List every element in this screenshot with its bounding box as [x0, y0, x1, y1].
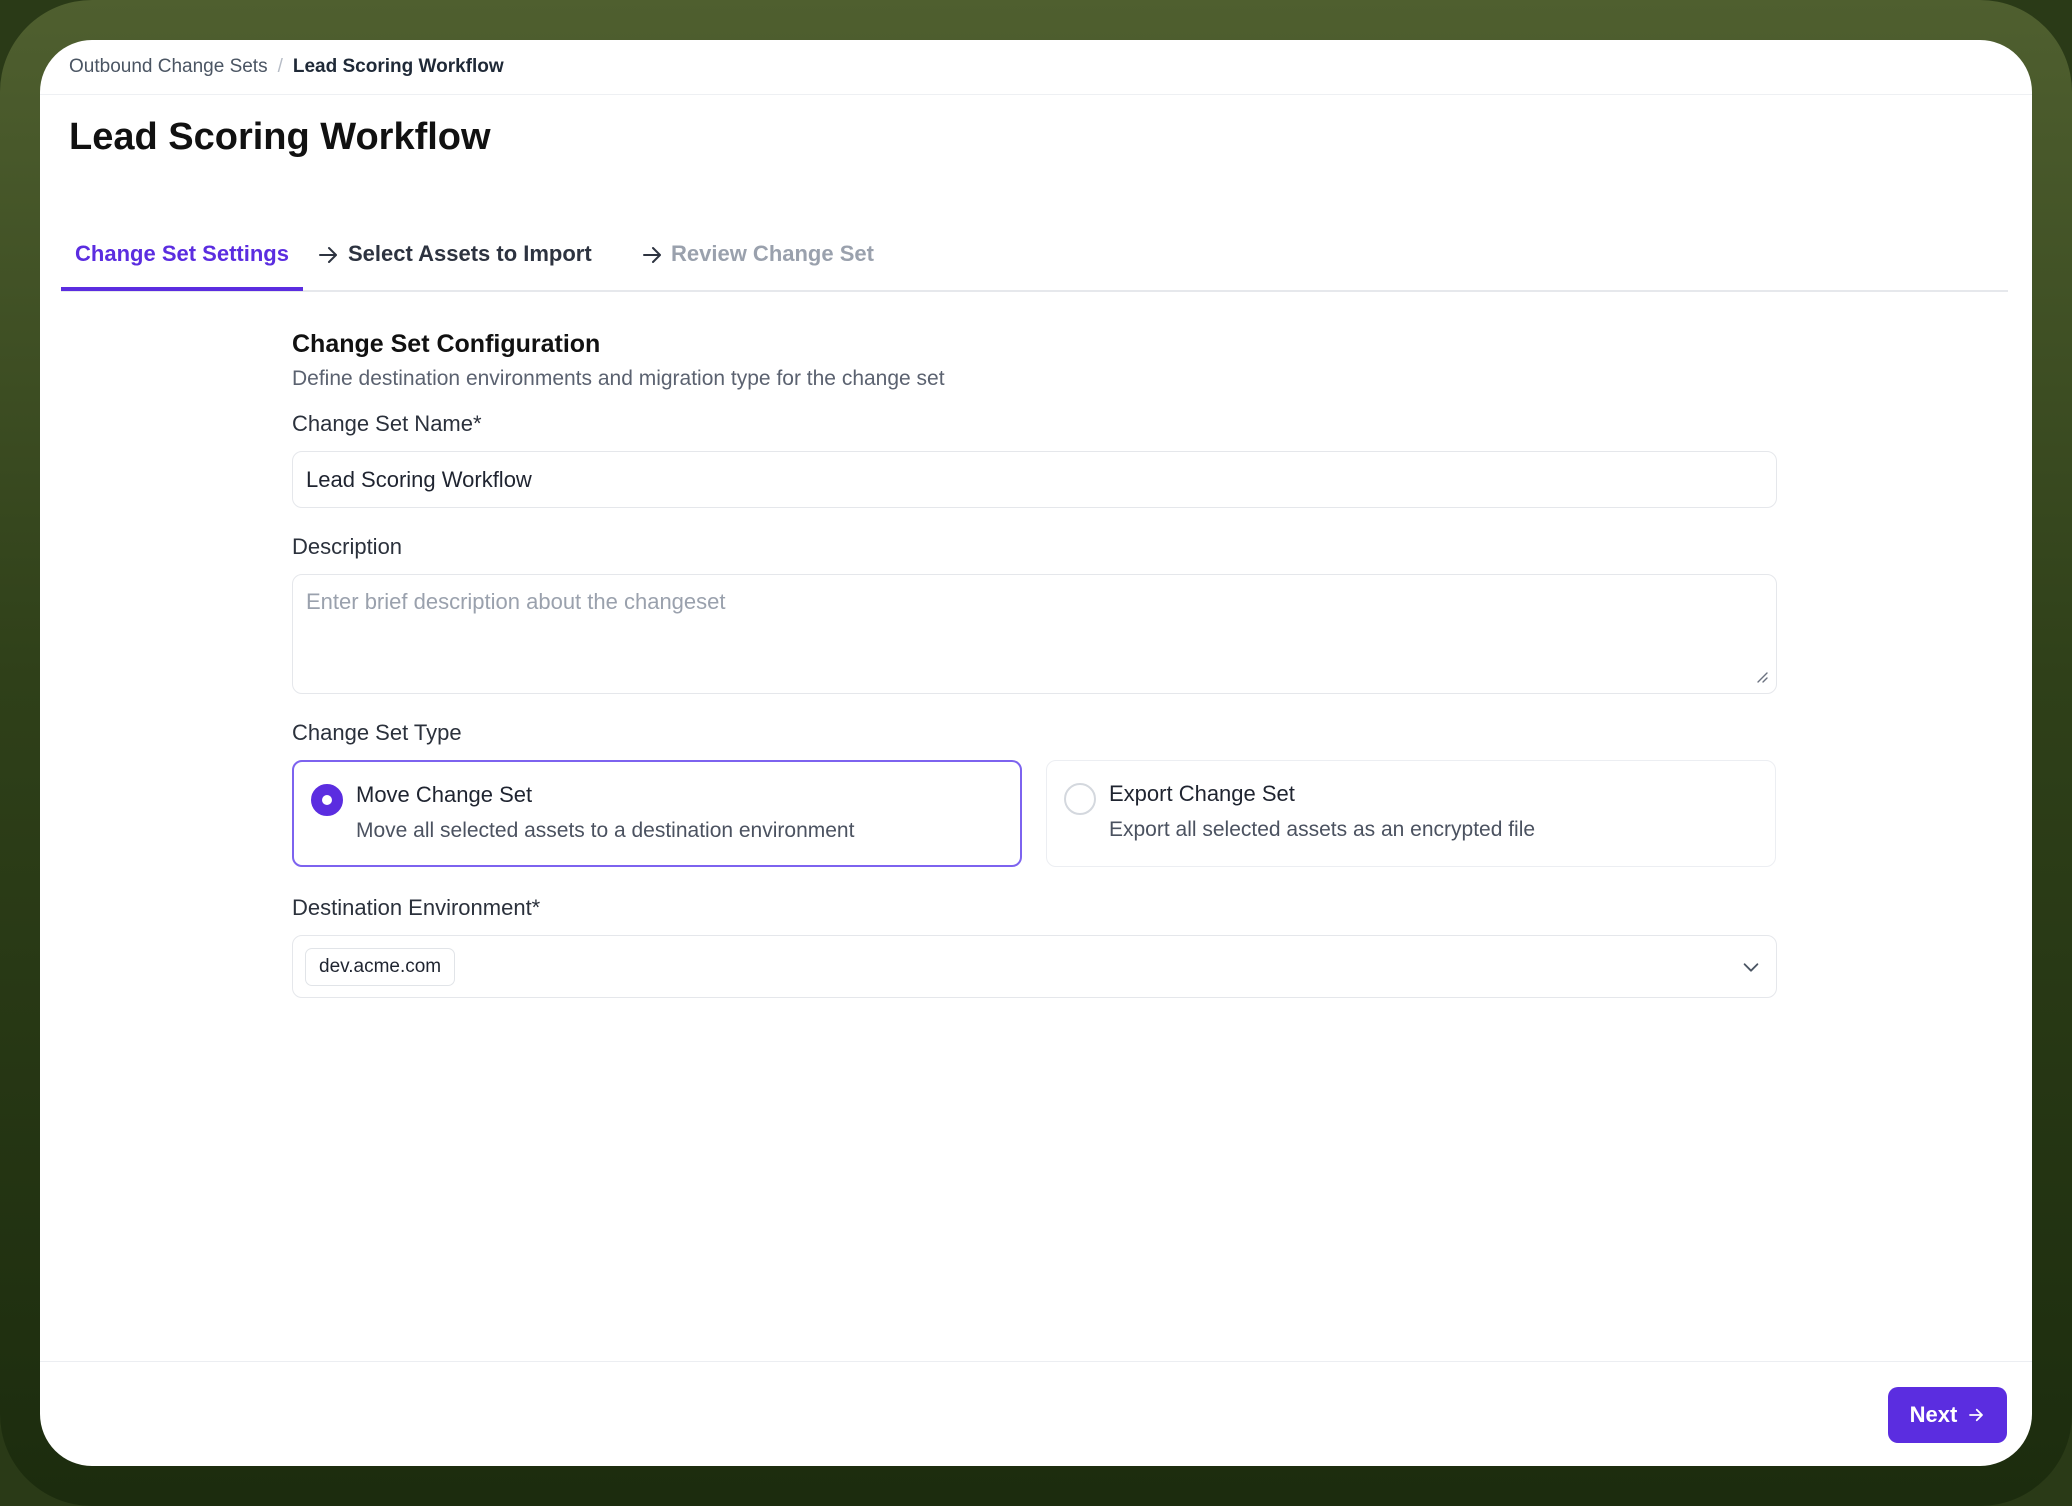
move-change-set-radio[interactable]: [311, 784, 343, 816]
option-description: Export all selected assets as an encrypt…: [1109, 818, 1536, 841]
option-description: Move all selected assets to a destinatio…: [356, 819, 855, 842]
arrow-right-icon: [643, 247, 661, 263]
section-title: Change Set Configuration: [292, 330, 601, 358]
option-title: Export Change Set: [1109, 781, 1295, 806]
name-label: Change Set Name*: [292, 411, 482, 436]
option-title: Move Change Set: [356, 782, 533, 807]
breadcrumb-separator: /: [277, 56, 283, 77]
next-button[interactable]: Next: [1888, 1387, 2007, 1443]
breadcrumb-current: Lead Scoring Workflow: [292, 56, 504, 77]
destination-field-group: Destination Environment* dev.acme.com: [292, 895, 1777, 998]
move-change-set-option[interactable]: Move Change Set Move all selected assets…: [292, 760, 1022, 867]
step-select-assets[interactable]: Select Assets to Import: [348, 223, 592, 292]
resize-handle-icon[interactable]: [1754, 669, 1768, 683]
device-frame: Outbound Change Sets / Lead Scoring Work…: [0, 0, 2072, 1506]
step-change-set-settings[interactable]: Change Set Settings: [61, 223, 303, 291]
app-window: Outbound Change Sets / Lead Scoring Work…: [40, 40, 2032, 1466]
description-label: Description: [292, 534, 403, 559]
name-field-group: Change Set Name* Lead Scoring Workflow: [292, 411, 1777, 508]
footer-bar: Next: [40, 1361, 2032, 1466]
export-change-set-option[interactable]: Export Change Set Export all selected as…: [1046, 760, 1776, 867]
type-label: Change Set Type: [292, 720, 462, 745]
chevron-down-icon[interactable]: [1740, 956, 1762, 978]
export-change-set-radio[interactable]: [1064, 783, 1096, 815]
type-field-group: Change Set Type Move Change Set Move all…: [292, 720, 1777, 867]
breadcrumb: Outbound Change Sets / Lead Scoring Work…: [40, 40, 2032, 95]
arrow-right-icon: [1969, 1408, 1984, 1422]
change-set-name-input[interactable]: Lead Scoring Workflow: [292, 451, 1777, 508]
section-header: Change Set Configuration Define destinat…: [292, 330, 1777, 391]
description-field-group: Description Enter brief description abou…: [292, 534, 1777, 694]
next-button-label: Next: [1909, 1402, 1958, 1427]
page-title: Lead Scoring Workflow: [69, 116, 491, 158]
destination-chip[interactable]: dev.acme.com: [305, 947, 456, 986]
arrow-right-icon: [319, 247, 337, 263]
description-placeholder: Enter brief description about the change…: [306, 589, 726, 614]
stepper-tabs: Change Set Settings Select Assets to Imp…: [61, 223, 2008, 292]
description-textarea[interactable]: Enter brief description about the change…: [292, 574, 1777, 694]
section-description: Define destination environments and migr…: [292, 367, 945, 390]
breadcrumb-parent-link[interactable]: Outbound Change Sets: [69, 56, 268, 78]
step-review-change-set: Review Change Set: [671, 241, 874, 266]
change-set-form: Change Set Configuration Define destinat…: [292, 330, 1777, 998]
type-options: Move Change Set Move all selected assets…: [292, 760, 1777, 867]
destination-label: Destination Environment*: [292, 895, 541, 920]
destination-environment-select[interactable]: dev.acme.com: [292, 935, 1777, 998]
